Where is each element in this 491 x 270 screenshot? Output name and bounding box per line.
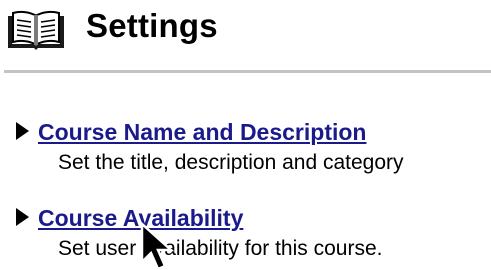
page-title: Settings [86,7,218,44]
open-book-icon [8,10,64,50]
settings-header: Settings [0,0,491,72]
arrow-pointer-icon [140,222,174,270]
triangle-right-icon [16,208,29,226]
course-name-link[interactable]: Course Name and Description [38,118,366,146]
header-divider [4,70,491,73]
course-availability-description: Set user availability for this course. [58,237,383,260]
triangle-right-icon [16,122,29,140]
course-name-description: Set the title, description and category [58,151,404,174]
